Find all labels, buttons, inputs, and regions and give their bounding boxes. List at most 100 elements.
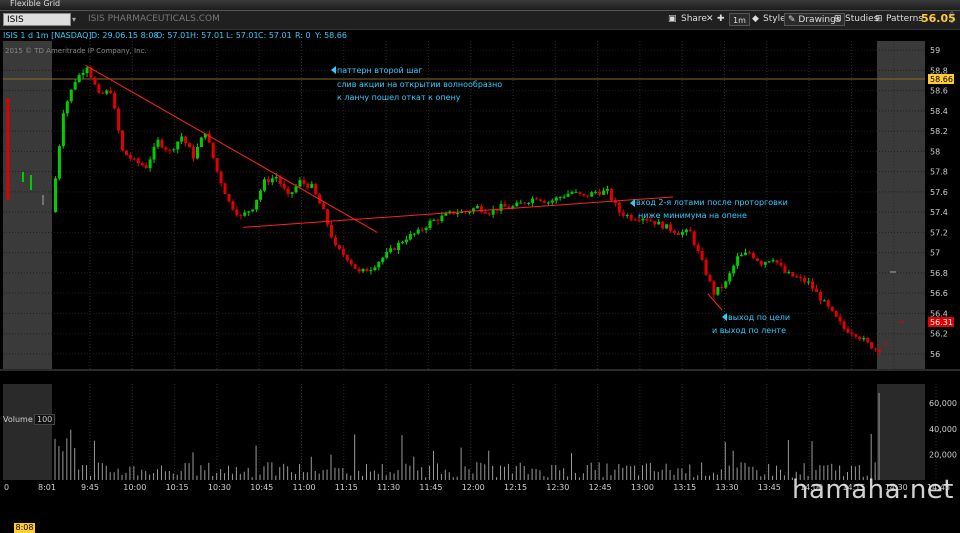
volume-setting-box[interactable]: 100 (34, 414, 56, 425)
candle-body (720, 287, 724, 289)
candle-body (617, 202, 621, 213)
candle-body (322, 203, 326, 210)
patterns-button[interactable]: Patterns (886, 13, 923, 26)
candle-body (747, 252, 751, 254)
candle-body (385, 251, 389, 258)
candle-body (400, 242, 404, 244)
price-tick-label: 57.6 (930, 188, 948, 197)
candle-body (499, 204, 503, 211)
volume-pane (3, 372, 925, 480)
candle-body (302, 180, 306, 184)
time-tick-label: 13:15 (673, 483, 696, 492)
candle-body (333, 237, 337, 246)
price-tick-label: 57.8 (930, 168, 948, 177)
candle-body (550, 200, 554, 203)
candle-body (286, 188, 290, 194)
candle-body (124, 150, 128, 156)
symbol-dropdown-icon[interactable]: ▾ (72, 15, 76, 24)
cursor-price: 58.66 (930, 75, 953, 84)
candle-body (676, 233, 680, 235)
cursor-icon[interactable]: ✚ (717, 13, 725, 26)
candle-body (542, 200, 546, 203)
candle-body (870, 342, 874, 349)
candle-body (65, 101, 69, 114)
candle-body (822, 300, 826, 302)
tools-icon[interactable]: ✕ (706, 13, 714, 26)
chart-area[interactable]: 2015 © TD Ameritrade IP Company, Inc. па… (0, 41, 960, 533)
candle-body (483, 211, 487, 214)
candle-body (700, 251, 704, 260)
candle-body (266, 179, 270, 183)
copyright-text: 2015 © TD Ameritrade IP Company, Inc. (5, 47, 147, 55)
candle-body (811, 281, 815, 289)
candle-body (755, 258, 759, 261)
candle-body (290, 192, 294, 194)
candle-body (188, 143, 192, 148)
studies-button[interactable]: Studies (845, 13, 878, 26)
price-tick-label: 56.2 (930, 330, 948, 339)
candle-body (621, 212, 625, 216)
candle-body (456, 213, 460, 215)
candle-body (744, 252, 747, 255)
time-cursor-tag: 8:08 (14, 523, 35, 533)
chart-id: ISIS 1 d 1m [NASDAQ] (3, 31, 92, 40)
price-tick-label: 57 (930, 249, 940, 258)
time-tick-label: 10:15 (166, 483, 189, 492)
time-tick-label: 11:45 (419, 483, 442, 492)
company-name: ISIS PHARMACEUTICALS.COM (88, 14, 220, 24)
candle-body (282, 183, 286, 189)
candle-body (704, 259, 708, 275)
candle-body (673, 230, 677, 234)
candle-body (251, 209, 255, 212)
chart-toolbar: ISIS ▾ ISIS PHARMACEUTICALS.COM ▣ Share … (0, 11, 960, 30)
candle-body (444, 213, 448, 216)
candle-body (428, 220, 432, 228)
patterns-icon[interactable]: ⊞ (875, 13, 883, 26)
style-button[interactable]: Style (763, 13, 786, 26)
candle-body (862, 338, 866, 340)
candle-body (326, 209, 330, 225)
price-tick-label: 58.8 (930, 66, 948, 75)
candle-body (424, 227, 428, 231)
volume-tick-label: 60,000 (929, 399, 957, 408)
candle-body (826, 300, 830, 307)
candle-body (661, 221, 665, 229)
candle-body (649, 220, 653, 222)
annotation-line: паттерн второй шаг (337, 66, 423, 75)
info-r: R: 0 (295, 31, 311, 40)
info-date: D: 29.06.15 8:08 (91, 31, 159, 40)
time-tick-label: 10:30 (208, 483, 231, 492)
candle-body (807, 281, 811, 283)
time-tick-label: 13:00 (631, 483, 654, 492)
interval-button[interactable]: 1m (729, 13, 750, 26)
candle-body (192, 147, 195, 159)
share-button[interactable]: Share (681, 13, 707, 26)
candle-body (728, 273, 732, 282)
symbol-input[interactable]: ISIS (3, 13, 71, 26)
candle-body (625, 214, 629, 216)
candle-body (235, 209, 239, 216)
candle-body (294, 186, 298, 193)
candle-body (692, 231, 696, 245)
candle-body (369, 270, 373, 272)
price-chart[interactable]: 2015 © TD Ameritrade IP Company, Inc. па… (0, 41, 960, 502)
style-icon[interactable]: ◆ (752, 13, 759, 26)
last-price-marker: 56.31 (930, 318, 953, 327)
volume-afterhours-shade (877, 384, 925, 480)
candle-body (416, 229, 420, 234)
candle-body (846, 328, 850, 333)
candle-body (803, 277, 807, 283)
candle-body (606, 189, 609, 191)
candle-body (109, 90, 113, 94)
candle-body (712, 281, 716, 295)
candle-body (85, 67, 89, 74)
candle-body (578, 191, 582, 194)
candle-body (262, 179, 266, 191)
studies-icon[interactable]: ⊞ (834, 13, 842, 26)
candle-body (270, 178, 274, 183)
candle-body (357, 268, 361, 272)
candle-body (814, 288, 818, 292)
share-icon[interactable]: ▣ (668, 13, 677, 26)
candle-body (582, 193, 586, 196)
candle-body (609, 189, 613, 201)
